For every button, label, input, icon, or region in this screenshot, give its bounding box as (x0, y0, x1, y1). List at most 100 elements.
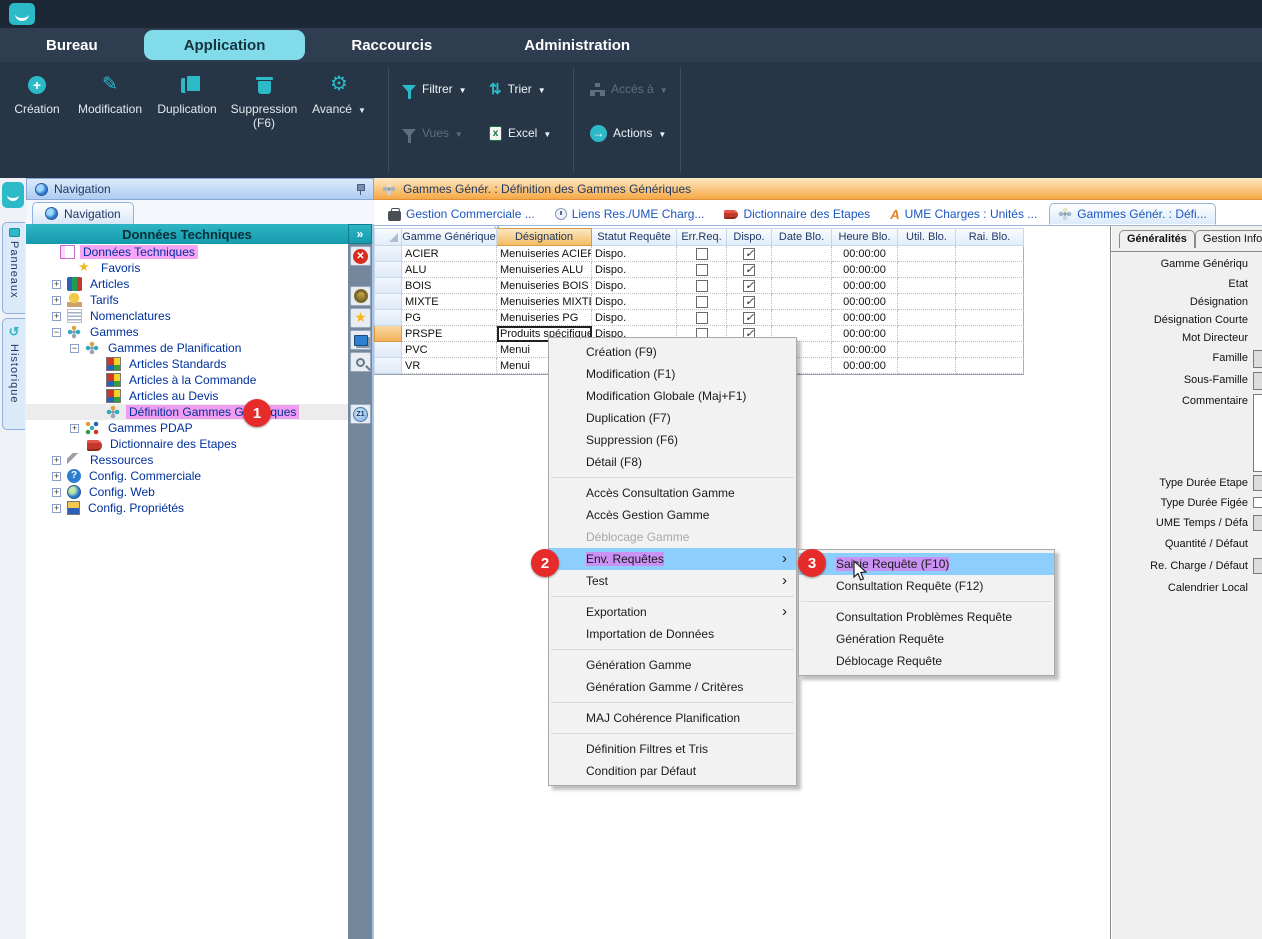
row-selector[interactable] (374, 278, 402, 294)
row-selector[interactable] (374, 246, 402, 262)
dock-logo-icon[interactable] (2, 182, 24, 208)
cell-designation[interactable]: Menuiseries PG (497, 310, 592, 326)
cell-util-blo[interactable] (898, 342, 956, 358)
cell-gamme[interactable]: ACIER (402, 246, 497, 262)
checkbox-checked[interactable] (743, 296, 755, 308)
cell-heure-blo[interactable]: 00:00:00 (832, 326, 898, 342)
menu-tab-bureau[interactable]: Bureau (0, 28, 144, 62)
cell-heure-blo[interactable]: 00:00:00 (832, 358, 898, 374)
menu-item-definition-filtres-tris[interactable]: Définition Filtres et Tris (549, 738, 796, 760)
cell-rai-blo[interactable] (956, 326, 1024, 342)
table-row[interactable]: PG Menuiseries PG Dispo. 00:00:00 (374, 310, 1023, 326)
tree-item-favoris[interactable]: Favoris (26, 260, 348, 276)
expand-icon[interactable] (52, 296, 61, 305)
submenu-item-saisie-requete[interactable]: Saisie Requête (F10) (799, 553, 1054, 575)
menu-item-exportation[interactable]: Exportation (549, 601, 796, 623)
tree-item-config-proprietes[interactable]: Config. Propriétés (26, 500, 348, 516)
cell-date-blo[interactable] (772, 246, 832, 262)
tree-item-nomenclatures[interactable]: Nomenclatures (26, 308, 348, 324)
menu-item-maj-coherence[interactable]: MAJ Cohérence Planification (549, 707, 796, 729)
duplication-button[interactable]: Duplication (152, 72, 222, 116)
menu-item-acces-gestion-gamme[interactable]: Accès Gestion Gamme (549, 504, 796, 526)
cell-gamme[interactable]: VR (402, 358, 497, 374)
tree-item-gammes-pdap[interactable]: Gammes PDAP (26, 420, 348, 436)
table-row[interactable]: BOIS Menuiseries BOIS Dispo. 00:00:00 (374, 278, 1023, 294)
cell-date-blo[interactable] (772, 294, 832, 310)
menu-item-detail[interactable]: Détail (F8) (549, 451, 796, 473)
avance-button[interactable]: Avancé (306, 72, 372, 118)
menu-item-suppression[interactable]: Suppression (F6) (549, 429, 796, 451)
tree-item-articles-standards[interactable]: Articles Standards (26, 356, 348, 372)
cell-designation[interactable]: Menuiseries MIXTE (497, 294, 592, 310)
expand-icon[interactable] (52, 504, 61, 513)
menu-item-generation-gamme-criteres[interactable]: Génération Gamme / Critères (549, 676, 796, 698)
close-panel-button[interactable] (350, 246, 371, 266)
cell-err-req[interactable] (677, 294, 727, 310)
tree-item-config-commerciale[interactable]: Config. Commerciale (26, 468, 348, 484)
tree-item-articles-commande[interactable]: Articles à la Commande (26, 372, 348, 388)
modification-button[interactable]: Modification (70, 72, 150, 116)
column-header[interactable]: Date Blo. (772, 228, 832, 246)
column-header[interactable]: Statut Requête (592, 228, 677, 246)
row-selector-current[interactable] (374, 326, 402, 342)
cell-gamme[interactable]: BOIS (402, 278, 497, 294)
submenu-item-consultation-problemes[interactable]: Consultation Problèmes Requête (799, 606, 1054, 628)
cell-designation[interactable]: Menuiseries BOIS (497, 278, 592, 294)
cell-dispo[interactable] (727, 246, 772, 262)
acces-a-button[interactable]: Accès à (590, 76, 668, 102)
menu-tab-application[interactable]: Application (144, 30, 306, 60)
checkbox-checked[interactable] (743, 248, 755, 260)
cell-statut[interactable]: Dispo. (592, 262, 677, 278)
row-selector[interactable] (374, 262, 402, 278)
famille-field-edge[interactable] (1253, 350, 1262, 368)
type-duree-etape-field-edge[interactable] (1253, 475, 1262, 491)
tab-liens-res-ume[interactable]: Liens Res./UME Charg... (547, 203, 713, 225)
row-selector[interactable] (374, 342, 402, 358)
tab-ume-charges[interactable]: UME Charges : Unités ... (882, 203, 1045, 225)
favorites-button[interactable] (350, 308, 371, 328)
checkbox-unchecked[interactable] (696, 248, 708, 260)
excel-button[interactable]: Excel (489, 120, 551, 146)
tab-gestion-info[interactable]: Gestion Info (1195, 230, 1262, 248)
checkbox-checked[interactable] (743, 280, 755, 292)
cell-heure-blo[interactable]: 00:00:00 (832, 342, 898, 358)
menu-item-generation-gamme[interactable]: Génération Gamme (549, 654, 796, 676)
cell-statut[interactable]: Dispo. (592, 246, 677, 262)
table-row[interactable]: ACIER Menuiseries ACIER Dispo. 00:00:00 (374, 246, 1023, 262)
cell-dispo[interactable] (727, 278, 772, 294)
row-selector[interactable] (374, 294, 402, 310)
cell-util-blo[interactable] (898, 262, 956, 278)
cell-util-blo[interactable] (898, 326, 956, 342)
re-charge-field-edge[interactable] (1253, 558, 1262, 574)
cell-util-blo[interactable] (898, 358, 956, 374)
column-header[interactable]: Rai. Blo. (956, 228, 1024, 246)
sous-famille-field-edge[interactable] (1253, 372, 1262, 390)
commentaire-field-edge[interactable] (1253, 394, 1262, 472)
submenu-item-deblocage-requete[interactable]: Déblocage Requête (799, 650, 1054, 672)
column-header-sorted[interactable]: Désignation (497, 228, 592, 246)
expand-icon[interactable] (52, 456, 61, 465)
checkbox-checked[interactable] (743, 264, 755, 276)
tree-item-articles[interactable]: Articles (26, 276, 348, 292)
cell-rai-blo[interactable] (956, 358, 1024, 374)
cell-dispo[interactable] (727, 294, 772, 310)
trier-button[interactable]: Trier (489, 76, 546, 102)
cell-date-blo[interactable] (772, 278, 832, 294)
collapse-icon[interactable] (70, 344, 79, 353)
cell-gamme[interactable]: PRSPE (402, 326, 497, 342)
expand-icon[interactable] (52, 312, 61, 321)
cell-gamme[interactable]: PVC (402, 342, 497, 358)
cell-gamme[interactable]: PG (402, 310, 497, 326)
screen-button[interactable] (350, 330, 371, 350)
cell-util-blo[interactable] (898, 294, 956, 310)
tree-item-definition-gammes-generiques[interactable]: Définition Gammes Génériques (26, 404, 348, 420)
tree-item-articles-devis[interactable]: Articles au Devis (26, 388, 348, 404)
filtrer-button[interactable]: Filtrer (402, 76, 467, 102)
collapse-icon[interactable] (52, 328, 61, 337)
helm-button[interactable] (350, 286, 371, 306)
cell-dispo[interactable] (727, 310, 772, 326)
cell-date-blo[interactable] (772, 262, 832, 278)
cell-err-req[interactable] (677, 310, 727, 326)
cell-designation[interactable]: Menuiseries ALU (497, 262, 592, 278)
tab-gestion-commerciale[interactable]: Gestion Commerciale ... (380, 203, 543, 225)
